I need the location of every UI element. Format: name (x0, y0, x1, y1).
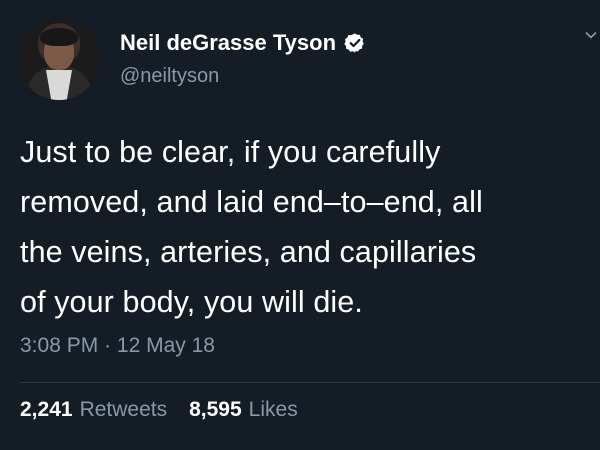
tweet-card: Neil deGrasse Tyson @neiltyson Just to b… (0, 0, 600, 450)
tweet-date: 12 May 18 (116, 334, 215, 357)
divider (20, 382, 600, 383)
author-row: Neil deGrasse Tyson (120, 30, 366, 56)
author-handle[interactable]: @neiltyson (120, 65, 219, 88)
retweets-count: 2,241 (20, 398, 73, 421)
retweets-label: Retweets (79, 398, 168, 421)
author-name[interactable]: Neil deGrasse Tyson (120, 30, 336, 56)
avatar[interactable] (18, 18, 100, 100)
likes-label: Likes (248, 398, 298, 421)
meta-separator: · (104, 334, 112, 357)
likes-count: 8,595 (189, 398, 242, 421)
retweets-stat[interactable]: 2,241 Retweets (20, 398, 167, 422)
tweet-stats: 2,241 Retweets 8,595 Likes (20, 398, 320, 422)
tweet-time: 3:08 PM (20, 334, 99, 357)
tweet-text: Just to be clear, if you carefully remov… (20, 135, 483, 319)
avatar-hair (40, 28, 78, 46)
tweet-timestamp[interactable]: 3:08 PM · 12 May 18 (20, 334, 215, 358)
verified-badge-icon (344, 33, 364, 53)
chevron-down-icon[interactable] (584, 28, 598, 42)
likes-stat[interactable]: 8,595 Likes (189, 398, 298, 422)
